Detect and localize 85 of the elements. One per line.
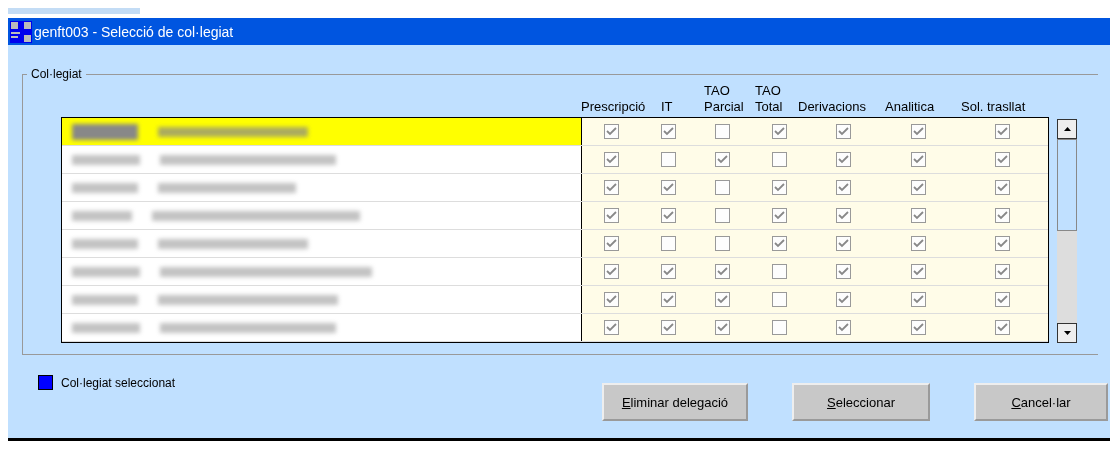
checkbox[interactable] bbox=[994, 292, 1010, 307]
checkbox[interactable] bbox=[660, 208, 676, 223]
checkbox[interactable] bbox=[604, 208, 619, 223]
checkbox[interactable] bbox=[910, 236, 926, 251]
checkbox[interactable] bbox=[604, 292, 619, 307]
checkbox[interactable] bbox=[771, 264, 787, 279]
checkbox[interactable] bbox=[994, 208, 1010, 223]
checkbox[interactable] bbox=[836, 320, 851, 335]
checkbox[interactable] bbox=[910, 208, 926, 223]
blurred-text bbox=[72, 294, 138, 305]
column-header: TAO Total bbox=[755, 83, 784, 116]
checkbox[interactable] bbox=[660, 320, 676, 335]
checkbox[interactable] bbox=[604, 124, 619, 139]
checkbox[interactable] bbox=[994, 124, 1010, 139]
checkbox[interactable] bbox=[910, 264, 926, 279]
blurred-text bbox=[72, 123, 138, 140]
checkbox[interactable] bbox=[604, 236, 619, 251]
window-title: genft003 - Selecció de col·legiat bbox=[34, 23, 234, 40]
checkbox[interactable] bbox=[994, 236, 1010, 251]
checkbox[interactable] bbox=[910, 124, 926, 139]
checkbox[interactable] bbox=[715, 236, 730, 251]
legend-label: Col·legiat seleccionat bbox=[61, 375, 176, 390]
checkbox[interactable] bbox=[836, 124, 851, 139]
checkbox[interactable] bbox=[715, 264, 730, 279]
checkbox[interactable] bbox=[771, 152, 787, 167]
checkbox[interactable] bbox=[715, 180, 730, 195]
checkbox[interactable] bbox=[836, 180, 851, 195]
checkbox[interactable] bbox=[660, 292, 676, 307]
checkbox[interactable] bbox=[910, 292, 926, 307]
checkbox[interactable] bbox=[660, 152, 676, 167]
checkbox[interactable] bbox=[660, 236, 676, 251]
checkbox[interactable] bbox=[994, 180, 1010, 195]
checkbox[interactable] bbox=[660, 124, 676, 139]
checkbox[interactable] bbox=[994, 264, 1010, 279]
table-row[interactable] bbox=[62, 118, 582, 145]
checkbox[interactable] bbox=[604, 180, 619, 195]
checkbox[interactable] bbox=[910, 320, 926, 335]
column-header: IT bbox=[661, 99, 674, 116]
blurred-text bbox=[72, 182, 138, 193]
column-header: Analitica bbox=[885, 99, 936, 116]
checkbox[interactable] bbox=[715, 208, 730, 223]
checkbox[interactable] bbox=[715, 292, 730, 307]
checkbox[interactable] bbox=[836, 292, 851, 307]
checkbox[interactable] bbox=[660, 180, 676, 195]
checkbox[interactable] bbox=[604, 264, 619, 279]
checkbox[interactable] bbox=[994, 152, 1010, 167]
checkbox[interactable] bbox=[604, 152, 619, 167]
down-arrow-icon bbox=[1063, 331, 1071, 335]
column-header: TAO Parcial bbox=[704, 83, 745, 116]
checkbox[interactable] bbox=[836, 264, 851, 279]
dialog-button[interactable]: Seleccionar bbox=[792, 383, 930, 421]
column-header: Sol. trasllat bbox=[961, 99, 1027, 116]
scrollbar[interactable] bbox=[1057, 119, 1077, 343]
checkbox[interactable] bbox=[910, 152, 926, 167]
group-label: Col·legiat bbox=[30, 67, 83, 81]
blurred-text bbox=[72, 154, 140, 165]
blurred-text bbox=[72, 210, 132, 221]
column-header: Derivacions bbox=[798, 99, 867, 116]
blurred-text bbox=[72, 238, 138, 249]
checkbox[interactable] bbox=[994, 320, 1010, 335]
checkbox[interactable] bbox=[771, 236, 787, 251]
checkbox[interactable] bbox=[771, 320, 787, 335]
blurred-text bbox=[72, 322, 140, 333]
dialog-button[interactable]: Eliminar delegació bbox=[602, 383, 748, 421]
checkbox[interactable] bbox=[771, 124, 787, 139]
column-header: Prescripció bbox=[581, 99, 647, 116]
checkbox[interactable] bbox=[604, 320, 619, 335]
checkbox[interactable] bbox=[771, 180, 787, 195]
dialog-button[interactable]: Cancel·lar bbox=[974, 383, 1108, 421]
checkbox[interactable] bbox=[910, 180, 926, 195]
checkbox[interactable] bbox=[836, 236, 851, 251]
checkbox[interactable] bbox=[715, 320, 730, 335]
checkbox[interactable] bbox=[715, 152, 730, 167]
scroll-thumb[interactable] bbox=[1057, 139, 1077, 231]
scroll-up-button[interactable] bbox=[1057, 119, 1077, 139]
checkbox[interactable] bbox=[771, 208, 787, 223]
scroll-down-button[interactable] bbox=[1057, 323, 1077, 343]
checkbox[interactable] bbox=[836, 152, 851, 167]
blurred-text bbox=[72, 266, 140, 277]
checkbox[interactable] bbox=[771, 292, 787, 307]
app-icon bbox=[10, 20, 32, 43]
up-arrow-icon bbox=[1063, 127, 1071, 131]
checkbox[interactable] bbox=[660, 264, 676, 279]
checkbox[interactable] bbox=[836, 208, 851, 223]
checkbox[interactable] bbox=[715, 124, 730, 139]
